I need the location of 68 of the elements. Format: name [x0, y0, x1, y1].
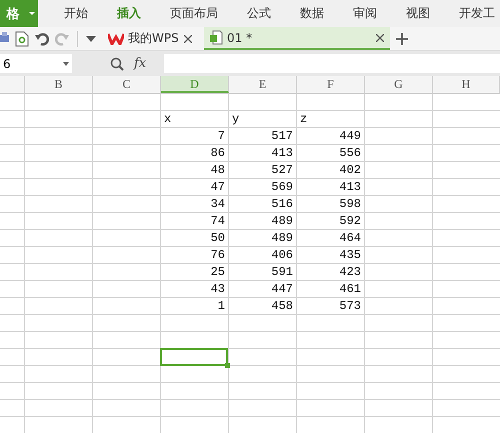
- print-preview-icon[interactable]: [15, 30, 29, 46]
- table-cell-text: 47: [210, 179, 226, 196]
- table-cell-text: 598: [338, 196, 362, 213]
- table-cell-text: 50: [210, 230, 226, 247]
- table-cell-text: 48: [210, 162, 226, 179]
- ribbon-tab[interactable]: 审阅: [353, 5, 377, 22]
- table-cell-text: 489: [270, 213, 294, 230]
- table-cell-text: 591: [270, 264, 294, 281]
- column-header[interactable]: F: [297, 76, 365, 93]
- function-button[interactable]: fx: [134, 56, 146, 71]
- close-icon[interactable]: [184, 34, 192, 42]
- table-cell-text: x: [163, 111, 172, 128]
- table-cell-text: 489: [270, 230, 294, 247]
- app-menu-button[interactable]: 格: [0, 0, 26, 27]
- caret-icon[interactable]: [26, 0, 38, 27]
- table-cell-text: 34: [210, 196, 226, 213]
- table-cell-text: 406: [270, 247, 294, 264]
- tab-title: 01 *: [227, 30, 252, 44]
- table-cell-text: 402: [338, 162, 362, 179]
- table-cell-text: 449: [338, 128, 362, 145]
- table-cell-text: 464: [338, 230, 362, 247]
- table-cell-text: 569: [270, 179, 294, 196]
- table-cell-text: 86: [210, 145, 226, 162]
- ribbon-tab[interactable]: 视图: [406, 5, 430, 22]
- table-cell-text: 413: [338, 179, 362, 196]
- close-icon[interactable]: [376, 34, 384, 42]
- table-cell-text: 573: [338, 298, 362, 315]
- table-cell-text: 7: [216, 128, 226, 145]
- table-cell-text: 592: [338, 213, 362, 230]
- dropdown-icon[interactable]: [86, 36, 96, 42]
- table-cell-text: 25: [210, 264, 226, 281]
- table-cell-text: 423: [338, 264, 362, 281]
- table-cell-text: z: [299, 111, 308, 128]
- tab-title: 我的WPS: [128, 30, 179, 47]
- column-header[interactable]: G: [365, 76, 433, 93]
- ribbon-tab[interactable]: 开发工: [459, 5, 495, 22]
- ribbon-tab[interactable]: 开始: [64, 5, 88, 22]
- ribbon-tab[interactable]: 数据: [300, 5, 324, 22]
- column-header[interactable]: B: [25, 76, 93, 93]
- document-tab[interactable]: 我的WPS: [102, 27, 198, 50]
- table-cell-text: 527: [270, 162, 294, 179]
- table-cell-text: 413: [270, 145, 294, 162]
- table-cell-text: 461: [338, 281, 362, 298]
- table-cell-text: 43: [210, 281, 226, 298]
- dropdown-icon: [63, 62, 69, 66]
- document-tab[interactable]: 01 *: [204, 27, 390, 50]
- ribbon-tab[interactable]: 插入: [117, 5, 141, 22]
- table-cell-text: 1: [216, 298, 226, 315]
- table-cell-text: 516: [270, 196, 294, 213]
- ribbon-tab[interactable]: 公式: [247, 5, 271, 22]
- table-cell-text: 517: [270, 128, 294, 145]
- column-header[interactable]: H: [433, 76, 500, 93]
- table-cell-text: 435: [338, 247, 362, 264]
- table-cell-text: 74: [210, 213, 226, 230]
- active-cell[interactable]: [160, 348, 228, 366]
- table-cell-text: 447: [270, 281, 294, 298]
- ribbon-tab[interactable]: 页面布局: [170, 5, 218, 22]
- column-header[interactable]: E: [229, 76, 297, 93]
- table-cell-text: 458: [270, 298, 294, 315]
- new-tab-icon[interactable]: [396, 32, 408, 44]
- undo-icon[interactable]: [35, 32, 49, 46]
- logo-icon: [108, 32, 124, 44]
- name-box[interactable]: 6: [0, 54, 72, 73]
- spreadsheet-file-icon: [210, 30, 223, 45]
- table-cell-text: 76: [210, 247, 226, 264]
- table-cell-text: 556: [338, 145, 362, 162]
- table-cell-text: y: [231, 111, 240, 128]
- search-icon[interactable]: [110, 56, 124, 70]
